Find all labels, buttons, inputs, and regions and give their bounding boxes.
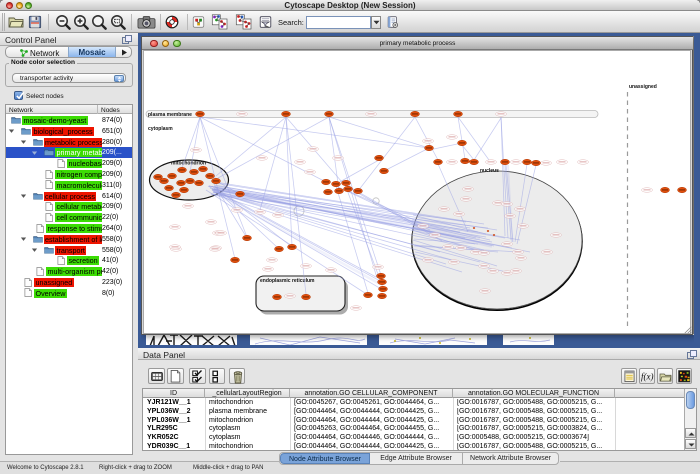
- svg-text:plasma membrane: plasma membrane: [148, 112, 192, 118]
- svg-text:cytoplasm: cytoplasm: [148, 126, 173, 132]
- svg-text:mitochondrion: mitochondrion: [171, 161, 206, 167]
- svg-text:endoplasmic reticulum: endoplasmic reticulum: [260, 278, 315, 284]
- svg-text:nucleus: nucleus: [480, 168, 499, 174]
- svg-text:unassigned: unassigned: [629, 84, 657, 90]
- svg-text:f(x): f(x): [641, 372, 654, 382]
